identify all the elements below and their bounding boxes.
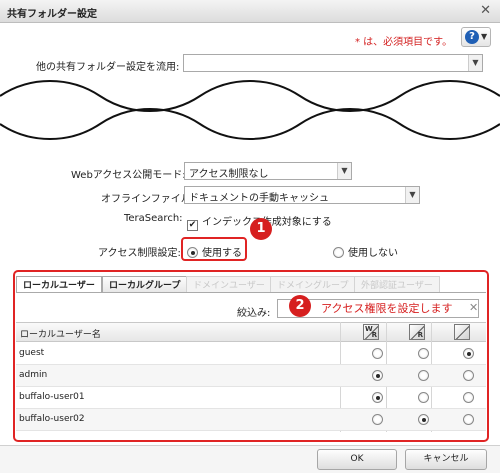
- no-access-icon: [454, 324, 470, 340]
- table-row: admin: [16, 365, 486, 387]
- tab-divider: [16, 292, 486, 293]
- annotation-note-2: アクセス権限を設定します: [321, 302, 453, 315]
- offline-files-select[interactable]: ドキュメントの手動キャッシュ ▼: [184, 186, 420, 204]
- access-restriction-disable-label: 使用しない: [348, 248, 398, 259]
- close-icon[interactable]: ✕: [480, 3, 491, 18]
- copy-settings-label: 他の共有フォルダー設定を流用:: [36, 62, 180, 73]
- read-write-radio[interactable]: [372, 392, 383, 403]
- username-cell: guest: [19, 348, 45, 358]
- no-access-radio[interactable]: [463, 392, 474, 403]
- read-write-radio[interactable]: [372, 414, 383, 425]
- tab-domain-groups: ドメイングループ: [270, 276, 356, 292]
- window-title: 共有フォルダー設定: [7, 9, 97, 20]
- access-restriction-disable[interactable]: 使用しない: [333, 244, 398, 259]
- read-write-radio[interactable]: [372, 348, 383, 359]
- read-only-radio[interactable]: [418, 348, 429, 359]
- terasearch-checkbox[interactable]: ✔: [187, 220, 198, 231]
- access-restriction-label: アクセス制限設定:: [98, 248, 181, 259]
- web-access-value: アクセス制限なし: [189, 169, 269, 180]
- username-cell: buffalo-user02: [19, 414, 85, 424]
- step-badge-1: 1: [250, 218, 272, 240]
- terasearch-label: TeraSearch:: [124, 213, 183, 224]
- tab-domain-users: ドメインユーザー: [186, 276, 272, 292]
- highlight-box-1: [181, 237, 247, 261]
- read-only-radio[interactable]: [418, 370, 429, 381]
- access-restriction-disable-radio[interactable]: [333, 247, 344, 258]
- chevron-down-icon: ▼: [468, 55, 482, 71]
- chevron-down-icon: ▼: [405, 187, 419, 203]
- tab-local-users[interactable]: ローカルユーザー: [16, 276, 102, 292]
- offline-files-label: オフラインファイル:: [101, 194, 195, 205]
- table-row: buffalo-user01: [16, 387, 486, 409]
- ok-button[interactable]: OK: [317, 449, 397, 470]
- grid-header: ローカルユーザー名 WR R: [16, 322, 486, 342]
- filter-label: 絞込み:: [237, 308, 271, 319]
- username-cell: admin: [19, 370, 48, 380]
- read-only-radio[interactable]: [418, 414, 429, 425]
- copy-settings-select[interactable]: ▼: [183, 54, 483, 72]
- tab-external-users: 外部認証ユーザー: [354, 276, 440, 292]
- chevron-down-icon: ▼: [481, 32, 488, 41]
- omission-wave: [0, 80, 500, 140]
- chevron-down-icon: ▼: [337, 163, 351, 179]
- no-access-radio[interactable]: [463, 370, 474, 381]
- table-row: buffalo-user02: [16, 409, 486, 431]
- no-access-radio[interactable]: [463, 348, 474, 359]
- read-only-radio[interactable]: [418, 392, 429, 403]
- read-write-radio[interactable]: [372, 370, 383, 381]
- column-header-username[interactable]: ローカルユーザー名: [20, 327, 101, 340]
- question-icon: ?: [465, 30, 479, 44]
- no-access-radio[interactable]: [463, 414, 474, 425]
- step-badge-2: 2: [289, 295, 311, 317]
- web-access-label: Webアクセス公開モード:: [71, 170, 186, 181]
- read-only-icon: R: [409, 324, 425, 340]
- clear-icon[interactable]: ✕: [469, 301, 478, 314]
- tab-local-groups[interactable]: ローカルグループ: [102, 276, 188, 292]
- help-button[interactable]: ? ▼: [461, 27, 491, 47]
- offline-files-value: ドキュメントの手動キャッシュ: [189, 193, 329, 204]
- read-write-icon: WR: [363, 324, 379, 340]
- cancel-button[interactable]: キャンセル: [405, 449, 487, 470]
- title-bar: 共有フォルダー設定 ✕: [0, 0, 500, 23]
- web-access-select[interactable]: アクセス制限なし ▼: [184, 162, 352, 180]
- username-cell: buffalo-user01: [19, 392, 85, 402]
- required-note: * は、必須項目です。: [355, 37, 453, 48]
- table-row: guest: [16, 343, 486, 365]
